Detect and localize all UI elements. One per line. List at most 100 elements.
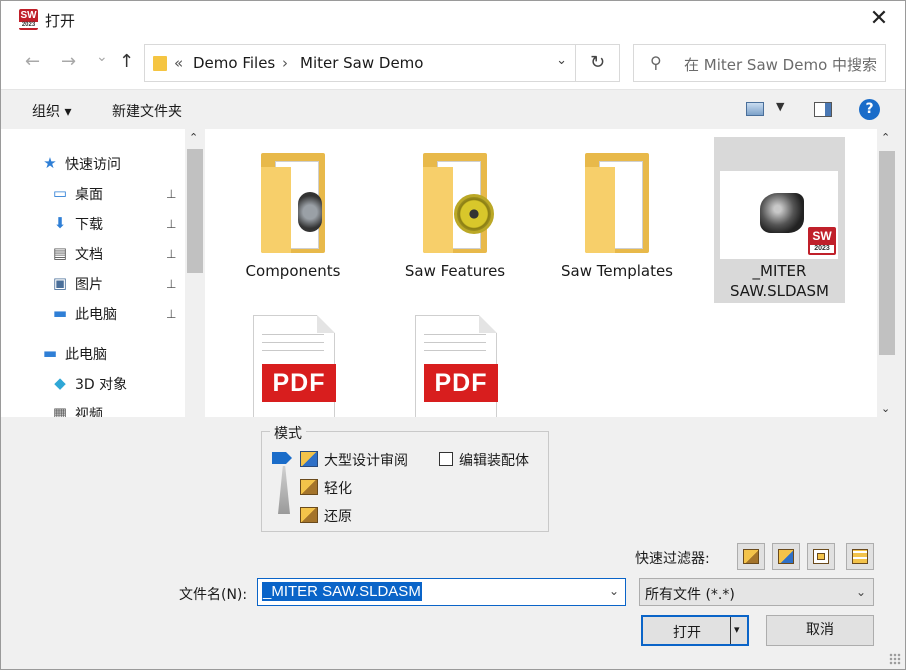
edit-assembly-label: 编辑装配体: [459, 453, 529, 469]
view-mode-dropdown-icon[interactable]: ▼: [776, 100, 784, 113]
filter-parts-button[interactable]: [737, 543, 765, 570]
pdf-badge: PDF: [424, 364, 498, 402]
navigation-pane-scrollbar[interactable]: ⌃: [185, 129, 205, 417]
scrollbar-thumb[interactable]: [879, 151, 895, 355]
navigation-bar: ← → ⌄ ↑ « Demo Files › Miter Saw Demo ⌄ …: [1, 39, 905, 89]
scrollbar-thumb[interactable]: [187, 149, 203, 273]
new-folder-button[interactable]: 新建文件夹: [112, 101, 182, 121]
video-icon: ▦: [52, 404, 68, 417]
pdf-file-icon: PDF: [253, 315, 336, 417]
folder-icon: [585, 153, 649, 253]
file-name-dropdown-chevron-icon[interactable]: ⌄: [609, 584, 619, 598]
badge-year: 2023: [810, 245, 834, 253]
sidebar-item-label: 此电脑: [75, 307, 117, 323]
solidworks-app-icon: SW 2023: [19, 9, 38, 30]
breadcrumb-overflow[interactable]: «: [174, 54, 183, 72]
star-icon: ★: [43, 154, 57, 172]
window-title: 打开: [45, 12, 76, 30]
scroll-up-icon[interactable]: ⌃: [881, 131, 890, 144]
open-options-dropdown-icon[interactable]: ▾: [734, 623, 740, 636]
file-name: Saw Templates: [560, 262, 673, 280]
drawing-filter-icon: [813, 549, 829, 564]
close-button[interactable]: ✕: [861, 5, 897, 35]
breadcrumb-demo-files[interactable]: Demo Files: [193, 54, 275, 72]
sidebar-item-label: 文档: [75, 247, 103, 263]
sidebar-item-label: 3D 对象: [75, 377, 128, 393]
mode-option-label: 轻化: [324, 481, 352, 497]
app-icon-text: SW: [20, 10, 37, 21]
open-button-label: 打开: [673, 625, 701, 641]
app-icon-year: 2023: [19, 22, 38, 28]
resize-grip-icon[interactable]: [889, 653, 901, 665]
organize-menu[interactable]: 组织 ▾: [32, 101, 71, 121]
file-item-miter-saw-assembly[interactable]: SW 2023 _MITER SAW.SLDASM: [714, 137, 845, 303]
sidebar-item-label: 图片: [75, 277, 103, 293]
pdf-badge: PDF: [262, 364, 336, 402]
folder-icon: [153, 56, 167, 71]
download-icon: ⬇: [53, 214, 67, 232]
breadcrumb-separator[interactable]: ›: [282, 54, 288, 72]
pin-icon: ⊥: [166, 217, 177, 231]
address-dropdown-chevron-icon[interactable]: ⌄: [556, 53, 567, 68]
file-list-scrollbar[interactable]: ⌃ ⌄: [877, 129, 897, 417]
cube-3d-icon: ◆: [54, 374, 66, 392]
filter-assemblies-button[interactable]: [772, 543, 800, 570]
search-box[interactable]: ⚲ 在 Miter Saw Demo 中搜索: [633, 44, 886, 82]
miter-saw-model: [760, 193, 804, 233]
edit-assembly-checkbox[interactable]: [439, 452, 453, 466]
assembly-thumbnail: SW 2023: [720, 171, 838, 259]
search-input[interactable]: 在 Miter Saw Demo 中搜索: [684, 54, 877, 75]
file-name-label: 文件名(N):: [179, 587, 248, 603]
scroll-down-icon[interactable]: ⌄: [881, 402, 890, 415]
mode-slider-pointer-icon[interactable]: [272, 452, 292, 464]
preview-pane-icon[interactable]: [814, 102, 832, 117]
computer-icon: ▬: [52, 304, 68, 322]
pin-icon: ⊥: [166, 187, 177, 201]
help-icon[interactable]: ?: [859, 99, 880, 120]
pin-icon: ⊥: [166, 277, 177, 291]
mode-group-title: 模式: [270, 423, 306, 443]
file-name-value[interactable]: _MITER SAW.SLDASM: [262, 582, 422, 601]
folder-item-saw-templates[interactable]: Saw Templates: [537, 137, 697, 305]
file-type-value: 所有文件 (*.*): [645, 587, 735, 603]
open-button[interactable]: 打开 ▾: [641, 615, 749, 646]
folder-icon: [423, 153, 494, 253]
back-arrow-icon[interactable]: ←: [25, 51, 40, 72]
recent-locations-chevron-icon[interactable]: ⌄: [96, 49, 108, 65]
part-filter-icon: [743, 549, 759, 564]
sidebar-item-label: 下载: [75, 217, 103, 233]
folder-item-saw-features[interactable]: Saw Features: [375, 137, 535, 305]
cancel-button[interactable]: 取消: [766, 615, 874, 646]
scroll-up-icon[interactable]: ⌃: [189, 131, 198, 144]
file-name: Components: [245, 262, 341, 280]
file-name-input[interactable]: _MITER SAW.SLDASM ⌄: [257, 578, 626, 606]
refresh-button[interactable]: ↻: [576, 44, 620, 82]
file-name: _MITER SAW.SLDASM: [729, 262, 829, 300]
pin-icon: ⊥: [166, 307, 177, 321]
address-bar[interactable]: « Demo Files › Miter Saw Demo ⌄: [144, 44, 576, 82]
desktop-icon: ▭: [52, 184, 68, 202]
filter-top-level-assemblies-button[interactable]: [846, 543, 874, 570]
mode-option-label: 还原: [324, 509, 352, 525]
view-mode-icon[interactable]: [746, 102, 764, 116]
mode-slider-track[interactable]: [278, 466, 290, 514]
gear-thumbnail: [454, 194, 494, 234]
breadcrumb-miter-saw-demo[interactable]: Miter Saw Demo: [300, 54, 423, 72]
mode-option-label: 大型设计审阅: [324, 453, 408, 469]
search-icon: ⚲: [650, 53, 662, 72]
file-item-pdf[interactable]: PDF: [375, 309, 535, 417]
folder-icon: [261, 153, 325, 253]
pdf-file-icon: PDF: [415, 315, 498, 417]
sidebar-item-label: 桌面: [75, 187, 103, 203]
filter-drawings-button[interactable]: [807, 543, 835, 570]
title-bar: SW 2023 打开 ✕: [1, 1, 905, 39]
file-type-dropdown-chevron-icon[interactable]: ⌄: [856, 585, 866, 599]
navigation-pane: ★ 快速访问 ▭ 桌面 ⊥ ⬇ 下载 ⊥ ▤ 文档 ⊥ ▣ 图片 ⊥ ▬ 此电脑…: [1, 129, 205, 417]
file-item-pdf[interactable]: PDF: [213, 309, 373, 417]
lightweight-icon: [300, 479, 318, 495]
sidebar-item-label: 视频: [75, 407, 103, 417]
folder-item-components[interactable]: Components: [213, 137, 373, 305]
file-type-select[interactable]: 所有文件 (*.*) ⌄: [639, 578, 874, 606]
up-arrow-icon[interactable]: ↑: [119, 51, 134, 72]
forward-arrow-icon[interactable]: →: [61, 51, 76, 72]
